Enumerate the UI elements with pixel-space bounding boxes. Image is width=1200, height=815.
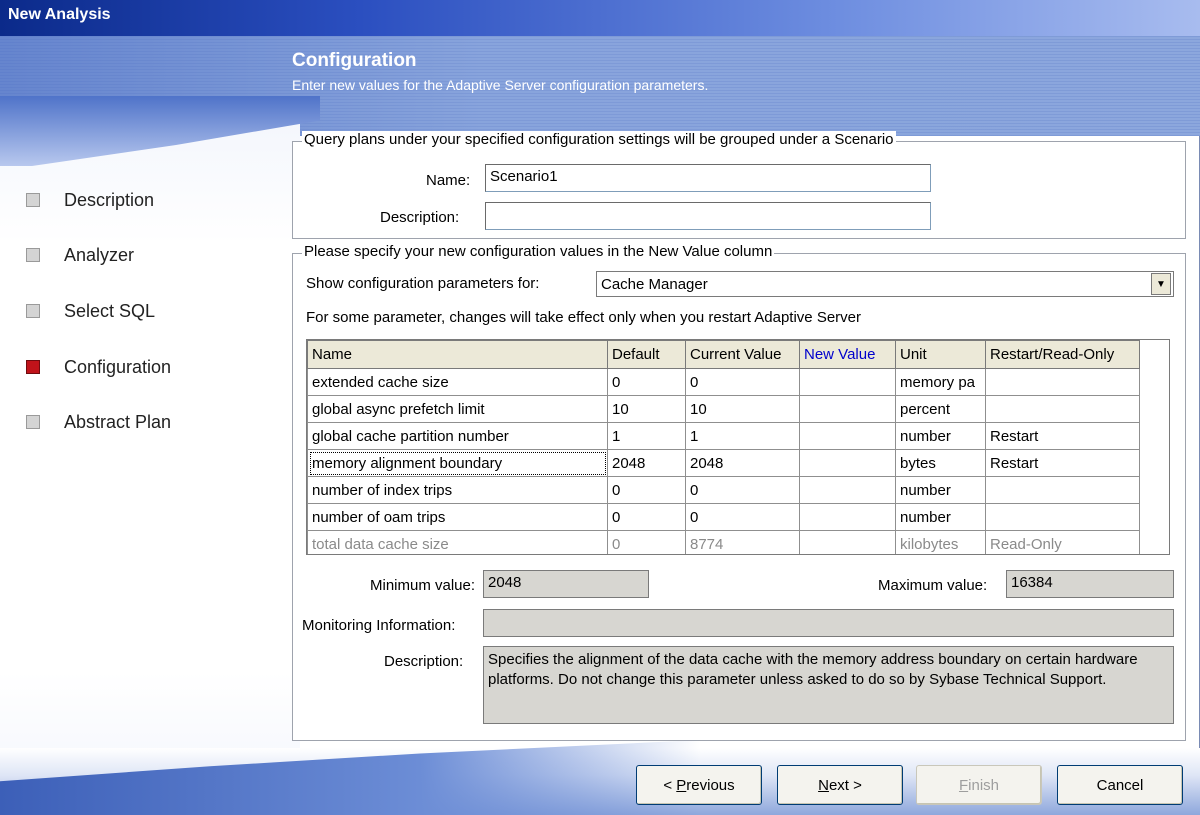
- step-description: Description: [26, 188, 154, 212]
- page-title: Configuration: [292, 50, 417, 71]
- cell-name[interactable]: memory alignment boundary: [307, 449, 608, 477]
- cell-default: 0: [607, 530, 686, 554]
- page-subtitle: Enter new values for the Adaptive Server…: [292, 77, 709, 93]
- cell-restart: Restart: [985, 422, 1140, 450]
- step-indicator-icon: [26, 248, 40, 262]
- parameter-group-dropdown[interactable]: Cache Manager ▼: [596, 271, 1174, 297]
- cell-current-value: 2048: [685, 449, 800, 477]
- scenario-group-label: Query plans under your specified configu…: [302, 131, 896, 148]
- table-row[interactable]: global cache partition number 1 1 number…: [307, 422, 1140, 450]
- cell-unit: number: [895, 503, 986, 531]
- cell-name[interactable]: extended cache size: [307, 368, 608, 396]
- step-label: Abstract Plan: [64, 411, 172, 432]
- step-indicator-icon: [26, 415, 40, 429]
- column-header-default[interactable]: Default: [607, 340, 686, 369]
- table-row[interactable]: number of index trips 0 0 number: [307, 476, 1140, 504]
- cell-unit: number: [895, 476, 986, 504]
- column-header-current-value[interactable]: Current Value: [685, 340, 800, 369]
- step-label: Description: [64, 189, 155, 210]
- step-label: Configuration: [64, 356, 172, 377]
- cell-new-value: [799, 530, 896, 554]
- table-row-selected[interactable]: memory alignment boundary 2048 2048 byte…: [307, 449, 1140, 477]
- finish-button[interactable]: Finish: [916, 765, 1042, 805]
- cell-default: 0: [607, 476, 686, 504]
- window-title: New Analysis: [8, 6, 111, 23]
- step-label: Analyzer: [64, 244, 135, 265]
- cell-default: 1: [607, 422, 686, 450]
- cell-new-value[interactable]: [799, 449, 896, 477]
- previous-button[interactable]: < Previous: [636, 765, 762, 805]
- scenario-name-input[interactable]: Scenario1: [485, 164, 931, 192]
- step-indicator-icon: [26, 193, 40, 207]
- column-header-new-value[interactable]: New Value: [799, 340, 896, 369]
- table-header-row: Name Default Current Value New Value Uni…: [307, 340, 1140, 369]
- cell-restart: [985, 395, 1140, 423]
- column-header-restart-read-only[interactable]: Restart/Read-Only: [985, 340, 1140, 369]
- minimum-value-field: 2048: [483, 570, 649, 598]
- cell-name[interactable]: number of index trips: [307, 476, 608, 504]
- dropdown-selected-value: Cache Manager: [601, 275, 708, 293]
- cell-restart: [985, 476, 1140, 504]
- cell-new-value[interactable]: [799, 476, 896, 504]
- cell-name[interactable]: total data cache size: [307, 530, 608, 554]
- name-label: Name:: [426, 172, 471, 189]
- cell-current-value: 0: [685, 368, 800, 396]
- parameter-description-label: Description:: [384, 653, 464, 670]
- cell-new-value[interactable]: [799, 395, 896, 423]
- show-parameters-label: Show configuration parameters for:: [306, 275, 540, 292]
- cell-unit: number: [895, 422, 986, 450]
- configuration-group-label: Please specify your new configuration va…: [302, 243, 775, 260]
- cell-name[interactable]: global cache partition number: [307, 422, 608, 450]
- cell-unit: bytes: [895, 449, 986, 477]
- minimum-value-label: Minimum value:: [370, 577, 476, 594]
- cell-default: 2048: [607, 449, 686, 477]
- cell-current-value: 0: [685, 476, 800, 504]
- table-row-disabled[interactable]: total data cache size 0 8774 kilobytes R…: [307, 530, 1140, 554]
- cell-unit: percent: [895, 395, 986, 423]
- column-header-name[interactable]: Name: [307, 340, 608, 369]
- active-step-indicator-icon: [26, 360, 40, 374]
- step-configuration: Configuration: [26, 355, 171, 379]
- cell-current-value: 1: [685, 422, 800, 450]
- cell-default: 0: [607, 503, 686, 531]
- cell-default: 10: [607, 395, 686, 423]
- description-label: Description:: [380, 209, 460, 226]
- cell-restart: Read-Only: [985, 530, 1140, 554]
- restart-note: For some parameter, changes will take ef…: [306, 309, 861, 326]
- parameter-description-field: Specifies the alignment of the data cach…: [483, 646, 1174, 724]
- cell-restart: [985, 503, 1140, 531]
- cancel-button[interactable]: Cancel: [1057, 765, 1183, 805]
- table-row[interactable]: number of oam trips 0 0 number: [307, 503, 1140, 531]
- window-title-bar[interactable]: New Analysis: [0, 0, 1200, 36]
- cell-default: 0: [607, 368, 686, 396]
- next-button[interactable]: Next >: [777, 765, 903, 805]
- monitoring-information-field: [483, 609, 1174, 637]
- scenario-description-input[interactable]: [485, 202, 931, 230]
- cell-new-value[interactable]: [799, 503, 896, 531]
- configuration-table[interactable]: Name Default Current Value New Value Uni…: [306, 339, 1170, 555]
- step-analyzer: Analyzer: [26, 243, 134, 267]
- cell-restart: [985, 368, 1140, 396]
- maximum-value-field: 16384: [1006, 570, 1174, 598]
- cell-current-value: 10: [685, 395, 800, 423]
- cell-current-value: 0: [685, 503, 800, 531]
- column-header-unit[interactable]: Unit: [895, 340, 986, 369]
- cell-unit: kilobytes: [895, 530, 986, 554]
- step-label: Select SQL: [64, 300, 156, 321]
- step-abstract-plan: Abstract Plan: [26, 410, 171, 434]
- step-select-sql: Select SQL: [26, 299, 155, 323]
- cell-new-value[interactable]: [799, 422, 896, 450]
- cell-new-value[interactable]: [799, 368, 896, 396]
- cell-current-value: 8774: [685, 530, 800, 554]
- chevron-down-icon[interactable]: ▼: [1151, 273, 1171, 295]
- monitoring-information-label: Monitoring Information:: [302, 617, 456, 634]
- step-indicator-icon: [26, 304, 40, 318]
- cell-name[interactable]: number of oam trips: [307, 503, 608, 531]
- cell-restart: Restart: [985, 449, 1140, 477]
- cell-name[interactable]: global async prefetch limit: [307, 395, 608, 423]
- cell-unit: memory pa: [895, 368, 986, 396]
- maximum-value-label: Maximum value:: [878, 577, 988, 594]
- table-row[interactable]: global async prefetch limit 10 10 percen…: [307, 395, 1140, 423]
- table-row[interactable]: extended cache size 0 0 memory pa: [307, 368, 1140, 396]
